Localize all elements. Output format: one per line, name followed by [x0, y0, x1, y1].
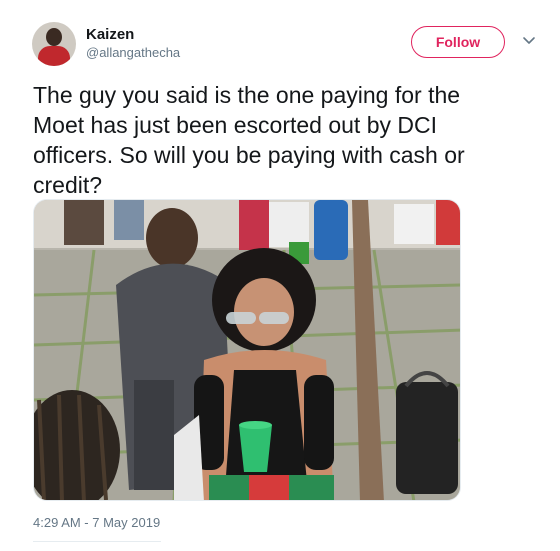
user-handle[interactable]: @allangathecha	[86, 45, 180, 60]
divider	[33, 541, 161, 542]
tweet-text: The guy you said is the one paying for t…	[33, 82, 465, 198]
avatar[interactable]	[32, 22, 76, 66]
tweet-photo[interactable]	[33, 199, 461, 501]
follow-button[interactable]: Follow	[411, 26, 505, 58]
tweet-timestamp[interactable]: 4:29 AM - 7 May 2019	[33, 515, 160, 530]
user-name[interactable]: Kaizen	[86, 26, 134, 43]
chevron-down-icon[interactable]	[522, 34, 536, 48]
